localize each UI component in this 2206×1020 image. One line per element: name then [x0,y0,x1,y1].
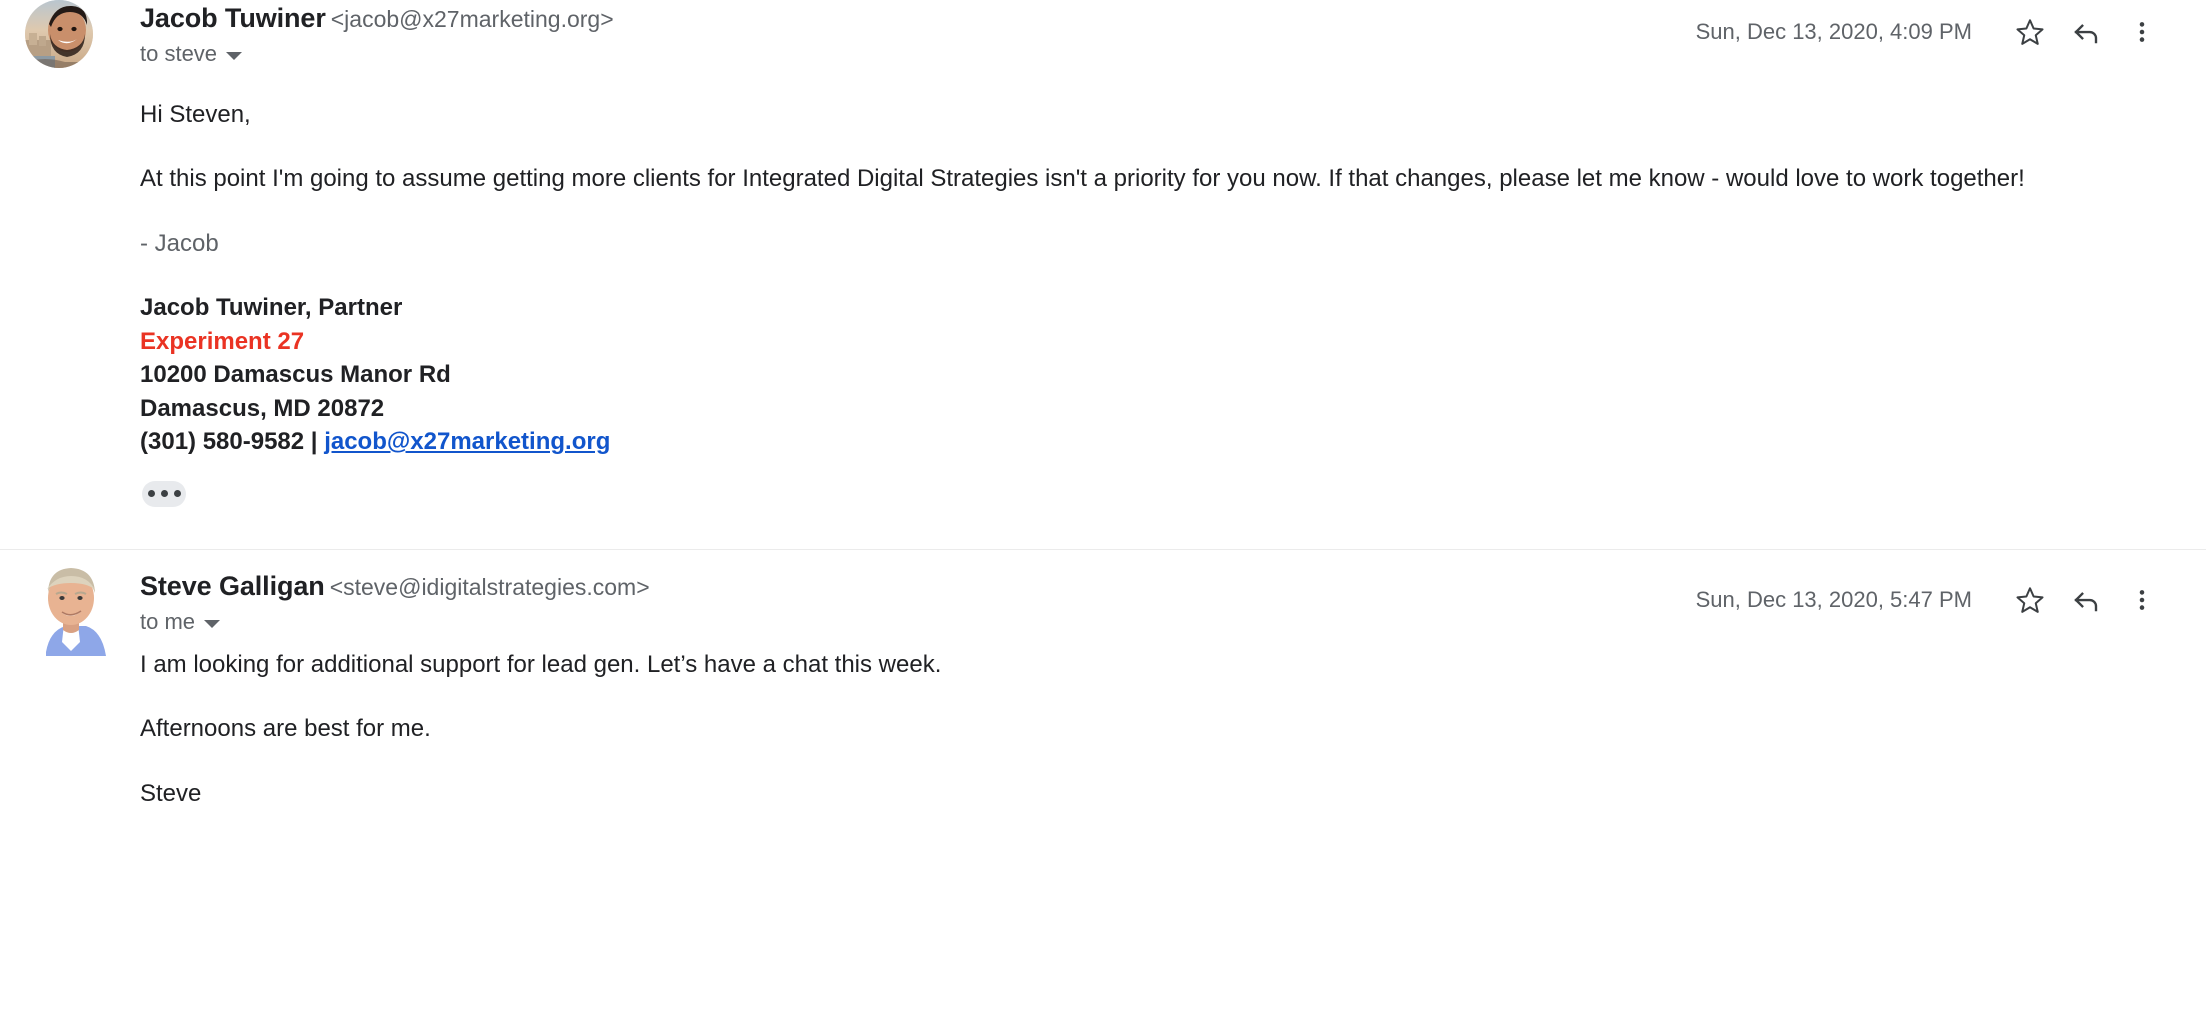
avatar [25,0,93,68]
header-spacer [0,636,2206,648]
avatar [28,555,114,656]
signature-address-line2: Damascus, MD 20872 [140,394,385,422]
more-options-button[interactable] [2114,4,2170,60]
sign-off-text: - Jacob [140,229,219,257]
message-body: Hi Steven, At this point I'm going to as… [0,98,2206,507]
email-signature: Jacob Tuwiner, Partner Experiment 27 102… [140,291,2146,459]
message-bottom-spacer [0,507,2206,549]
signature-email-link[interactable]: jacob@x27marketing.org [324,428,610,455]
body-paragraph: At this point I'm going to assume gettin… [140,165,2025,193]
signature-phone: (301) 580-9582 [140,428,305,456]
sender-email: <jacob@x27marketing.org> [330,6,614,32]
star-icon [2015,585,2045,615]
chevron-down-icon [204,619,221,628]
recipient-label: to me [140,609,196,635]
message-header: Jacob Tuwiner <jacob@x27marketing.org> to… [0,0,2206,86]
message-actions: Sun, Dec 13, 2020, 4:09 PM [1696,0,2170,60]
chevron-down-icon [226,52,243,61]
timestamp: Sun, Dec 13, 2020, 5:47 PM [1695,586,1972,612]
ellipsis-dot [173,490,181,498]
sender-line: Steve Galligan <steve@idigitalstrategies.… [140,570,1696,602]
sender-info: Jacob Tuwiner <jacob@x27marketing.org> to… [140,0,1696,68]
sign-off-text: Steve [140,779,202,807]
message-body: I am looking for additional support for … [0,648,2206,811]
email-message-2: Steve Galligan <steve@idigitalstrategies.… [0,550,2206,811]
ellipsis-dot [147,490,155,498]
more-options-button[interactable] [2114,572,2170,628]
sender-name: Jacob Tuwiner [140,3,326,33]
sender-info: Steve Galligan <steve@idigitalstrategies.… [140,568,1696,636]
star-button[interactable] [2002,4,2058,60]
reply-icon [2071,17,2101,47]
ellipsis-dot [160,490,168,498]
more-options-icon [2129,587,2155,613]
star-button[interactable] [2002,572,2058,628]
recipient-dropdown[interactable]: to steve [140,41,243,67]
recipient-dropdown[interactable]: to me [140,609,221,635]
more-options-icon [2129,19,2155,45]
show-trimmed-content-button[interactable] [142,480,186,507]
email-thread: Jacob Tuwiner <jacob@x27marketing.org> to… [0,0,2206,1020]
sender-email: <steve@idigitalstrategies.com> [329,573,650,600]
header-spacer [0,86,2206,98]
reply-button[interactable] [2058,572,2114,628]
signature-company: Experiment 27 [140,327,305,355]
message-header: Steve Galligan <steve@idigitalstrategies.… [0,550,2206,656]
greeting-text: Hi Steven, [140,101,251,128]
body-paragraph: I am looking for additional support for … [140,650,942,678]
star-icon [2015,17,2045,47]
signature-address-line1: 10200 Damascus Manor Rd [140,361,451,389]
timestamp: Sun, Dec 13, 2020, 4:09 PM [1695,19,1972,44]
recipient-label: to steve [140,41,218,67]
body-paragraph: Afternoons are best for me. [140,715,431,743]
sender-line: Jacob Tuwiner <jacob@x27marketing.org> [140,2,1696,34]
sender-name: Steve Galligan [140,570,325,601]
reply-icon [2071,585,2101,615]
email-message-1: Jacob Tuwiner <jacob@x27marketing.org> to… [0,0,2206,550]
signature-name-title: Jacob Tuwiner, Partner [140,293,403,321]
message-actions: Sun, Dec 13, 2020, 5:47 PM [1696,568,2170,628]
signature-separator: | [304,428,325,456]
signature-contact-line: (301) 580-9582 | jacob@x27marketing.org [140,425,2146,459]
reply-button[interactable] [2058,4,2114,60]
